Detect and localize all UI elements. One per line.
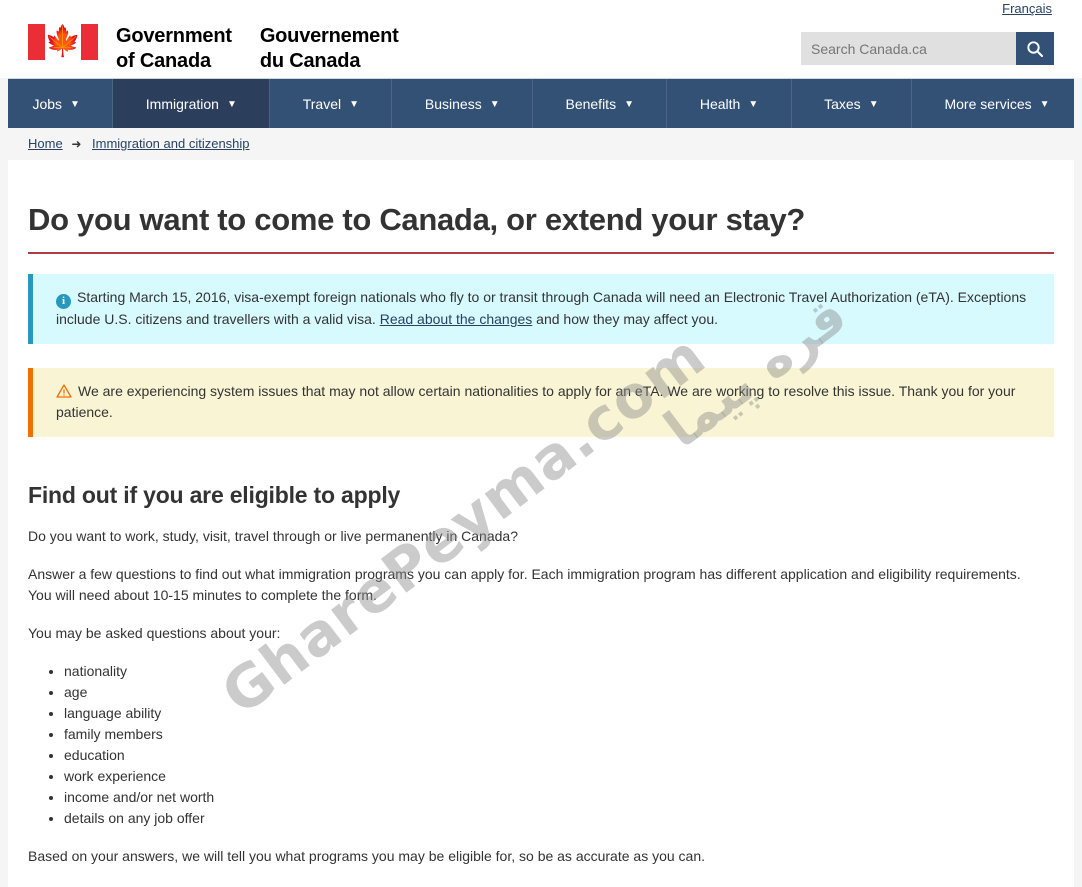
- site-header: Français 🍁 Government of Canada Gouverne…: [0, 0, 1082, 78]
- nav-item-business[interactable]: Business ▼: [392, 79, 534, 128]
- nav-item-label: Travel: [302, 95, 342, 112]
- warning-alert-text: We are experiencing system issues that m…: [56, 383, 1016, 420]
- language-link-francais[interactable]: Français: [1002, 1, 1052, 16]
- list-item: family members: [64, 724, 1054, 745]
- flag-left-bar: [28, 24, 45, 60]
- chevron-down-icon: ▼: [1039, 98, 1050, 110]
- language-toggle: Français: [1002, 0, 1052, 18]
- list-item: work experience: [64, 766, 1054, 787]
- wordmark-fr-line1: Gouvernement: [259, 25, 399, 47]
- warning-triangle-icon: [56, 384, 72, 398]
- page-title: Do you want to come to Canada, or extend…: [28, 201, 1054, 254]
- nav-item-immigration[interactable]: Immigration ▼: [113, 79, 271, 128]
- search-icon: [1027, 40, 1044, 57]
- nav-item-label: More services: [944, 95, 1032, 112]
- wordmark: Government of Canada Gouvernement du Can…: [116, 24, 399, 74]
- wordmark-en-line1: Government: [116, 25, 232, 47]
- list-item: income and/or net worth: [64, 787, 1054, 808]
- chevron-down-icon: ▼: [624, 98, 634, 110]
- section-title-eligibility: Find out if you are eligible to apply: [28, 482, 401, 508]
- page-root: Français 🍁 Government of Canada Gouverne…: [0, 0, 1082, 887]
- info-alert-text-tail: and how they may affect you.: [532, 311, 719, 327]
- chevron-down-icon: ▼: [226, 98, 237, 110]
- paragraph-intro-question: Do you want to work, study, visit, trave…: [28, 528, 518, 544]
- info-circle-icon: i: [56, 294, 71, 309]
- nav-item-more-services[interactable]: More services ▼: [912, 79, 1082, 128]
- system-issues-warning-alert: We are experiencing system issues that m…: [28, 368, 1054, 437]
- nav-item-benefits[interactable]: Benefits ▼: [533, 79, 668, 128]
- warning-alert-accent-bar: [28, 368, 33, 437]
- list-item: nationality: [64, 661, 1054, 682]
- wordmark-en-line2: of Canada: [116, 50, 211, 72]
- maple-leaf-icon: 🍁: [44, 25, 82, 58]
- nav-item-label: Benefits: [565, 95, 617, 112]
- nav-item-label: Taxes: [824, 95, 861, 112]
- main-content: Do you want to come to Canada, or extend…: [0, 201, 1082, 887]
- wordmark-fr-line2: du Canada: [259, 50, 361, 72]
- search-button[interactable]: [1016, 32, 1054, 65]
- eligibility-question-topics: nationality age language ability family …: [28, 661, 1054, 829]
- nav-item-health[interactable]: Health ▼: [667, 79, 792, 128]
- chevron-down-icon: ▼: [349, 98, 360, 110]
- nav-item-taxes[interactable]: Taxes ▼: [792, 79, 913, 128]
- main-navigation: Jobs ▼ Immigration ▼ Travel ▼ Business ▼…: [0, 78, 1082, 128]
- breadcrumb: Home ➜ Immigration and citizenship: [0, 128, 1082, 161]
- nav-item-label: Immigration: [145, 95, 219, 112]
- canada-flag-icon: 🍁: [28, 24, 98, 60]
- nav-item-travel[interactable]: Travel ▼: [270, 79, 393, 128]
- list-item: age: [64, 682, 1054, 703]
- breadcrumb-arrow-icon: ➜: [71, 137, 82, 151]
- paragraph-list-intro: You may be asked questions about your:: [28, 625, 281, 641]
- site-search: [801, 32, 1054, 65]
- chevron-down-icon: ▼: [748, 98, 759, 110]
- paragraph-based-on-answers: Based on your answers, we will tell you …: [28, 848, 706, 864]
- nav-item-label: Business: [424, 95, 482, 112]
- breadcrumb-link-home[interactable]: Home: [28, 136, 63, 151]
- list-item: language ability: [64, 703, 1054, 724]
- paragraph-answer-questions: Answer a few questions to find out what …: [28, 566, 1021, 603]
- nav-item-label: Health: [699, 95, 741, 112]
- list-item: education: [64, 745, 1054, 766]
- nav-item-jobs[interactable]: Jobs ▼: [0, 79, 114, 128]
- search-input[interactable]: [801, 32, 1016, 65]
- flag-right-bar: [81, 24, 98, 60]
- read-about-the-changes-link[interactable]: Read about the changes: [380, 311, 533, 327]
- wordmark-french: Gouvernement du Canada: [260, 24, 399, 74]
- info-alert-accent-bar: [28, 274, 33, 344]
- chevron-down-icon: ▼: [868, 98, 879, 110]
- wordmark-english: Government of Canada: [116, 24, 232, 74]
- list-item: details on any job offer: [64, 808, 1054, 829]
- breadcrumb-link-immigration-and-citizenship[interactable]: Immigration and citizenship: [92, 136, 250, 151]
- nav-item-label: Jobs: [32, 95, 63, 112]
- government-of-canada-brand[interactable]: 🍁 Government of Canada Gouvernement du C…: [28, 24, 399, 74]
- chevron-down-icon: ▼: [70, 98, 80, 110]
- eta-info-alert: i Starting March 15, 2016, visa-exempt fo…: [28, 274, 1054, 344]
- chevron-down-icon: ▼: [489, 98, 500, 110]
